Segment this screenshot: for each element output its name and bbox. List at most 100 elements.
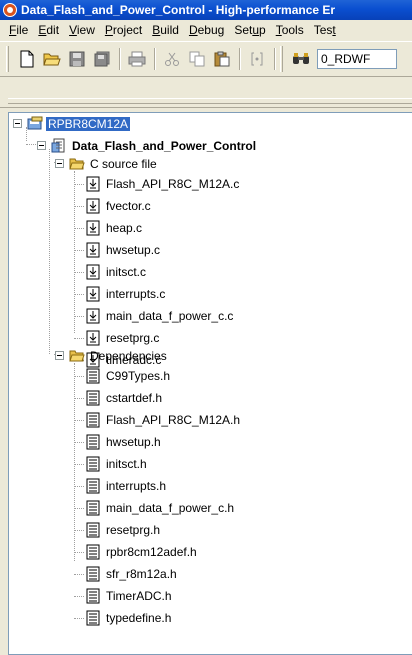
menu-view[interactable]: View — [64, 23, 100, 37]
file-label: Flash_API_R8C_M12A.h — [106, 413, 241, 427]
menu-debug[interactable]: Debug — [184, 23, 229, 37]
clipboard-icon — [214, 51, 230, 67]
header-file-icon — [86, 566, 100, 582]
file-label: rpbr8cm12adef.h — [106, 545, 197, 559]
collapse-toggle[interactable] — [37, 141, 46, 150]
file-label: fvector.c — [106, 199, 151, 213]
collapse-toggle[interactable] — [55, 351, 64, 360]
file-label: hwsetup.c — [106, 243, 161, 257]
tree-node-project[interactable]: Data_Flash_and_Power_Control — [37, 137, 258, 155]
file-label: main_data_f_power_c.c — [106, 309, 234, 323]
file-label: cstartdef.h — [106, 391, 163, 405]
menu-bar: File Edit View Project Build Debug Setup… — [0, 20, 412, 40]
tree-node-file[interactable]: heap.c — [85, 219, 144, 237]
tree-node-file[interactable]: hwsetup.c — [85, 241, 162, 259]
tree-connector — [74, 272, 84, 273]
source-file-icon — [86, 308, 100, 324]
tree-node-dependencies-folder[interactable]: Dependencies — [55, 347, 169, 365]
project-icon — [51, 138, 65, 153]
tree-node-file[interactable]: cstartdef.h — [85, 389, 164, 407]
source-file-icon — [86, 176, 100, 192]
tree-node-file[interactable]: TimerADC.h — [85, 587, 174, 605]
toolbar-grip[interactable] — [280, 46, 283, 72]
collapse-toggle[interactable] — [55, 159, 64, 168]
tree-node-file[interactable]: hwsetup.h — [85, 433, 163, 451]
save-all-icon — [94, 51, 110, 67]
tree-node-file[interactable]: Flash_API_R8C_M12A.h — [85, 411, 242, 429]
tree-connector — [49, 149, 50, 354]
collapse-toggle[interactable] — [13, 119, 22, 128]
tree-connector — [74, 398, 84, 399]
toolbar: 0_RDWF — [0, 41, 412, 77]
tree-node-file[interactable]: rpbr8cm12adef.h — [85, 543, 199, 561]
tree-node-file[interactable]: C99Types.h — [85, 367, 172, 385]
cut-button[interactable] — [160, 47, 184, 71]
header-file-icon — [86, 434, 100, 450]
print-button[interactable] — [125, 47, 149, 71]
bracket-button[interactable] — [245, 47, 269, 71]
tree-node-file[interactable]: interrupts.c — [85, 285, 167, 303]
new-file-button[interactable] — [15, 47, 39, 71]
file-label: resetprg.h — [106, 523, 161, 537]
workspace-header-bar — [8, 98, 412, 104]
source-file-icon — [86, 198, 100, 214]
tree-connector — [74, 486, 84, 487]
tree-connector — [74, 316, 84, 317]
binoculars-icon — [293, 53, 309, 64]
menu-tools[interactable]: Tools — [271, 23, 309, 37]
tree-connector — [74, 530, 84, 531]
file-label: sfr_r8m12a.h — [106, 567, 177, 581]
tree-connector — [74, 596, 84, 597]
save-all-button[interactable] — [90, 47, 114, 71]
tree-node-file[interactable]: sfr_r8m12a.h — [85, 565, 179, 583]
tree-node-file[interactable]: initsct.h — [85, 455, 149, 473]
title-bar: Data_Flash_and_Power_Control - High-perf… — [0, 0, 412, 20]
tree-node-file[interactable]: interrupts.h — [85, 477, 168, 495]
paste-button[interactable] — [210, 47, 234, 71]
project-label: Data_Flash_and_Power_Control — [72, 139, 257, 153]
tree-node-file[interactable]: resetprg.h — [85, 521, 162, 539]
tree-node-file[interactable]: main_data_f_power_c.h — [85, 499, 236, 517]
tree-node-file[interactable]: Flash_API_R8C_M12A.c — [85, 175, 241, 193]
tree-node-file[interactable]: resetprg.c — [85, 329, 161, 347]
open-folder-icon — [43, 53, 61, 66]
tree-node-workspace[interactable]: RPBR8CM12A — [13, 115, 131, 133]
file-label: Flash_API_R8C_M12A.c — [106, 177, 240, 191]
tree-connector — [74, 376, 84, 377]
menu-file[interactable]: File — [4, 23, 33, 37]
workspace-label: RPBR8CM12A — [46, 117, 131, 131]
tree-node-file[interactable]: typedefine.h — [85, 609, 173, 627]
menu-test[interactable]: Test — [309, 23, 341, 37]
tree-connector — [74, 228, 84, 229]
menu-setup[interactable]: Setup — [229, 23, 270, 37]
braces-icon — [251, 52, 263, 66]
source-file-icon — [86, 264, 100, 280]
tree-connector — [74, 464, 84, 465]
copy-button[interactable] — [185, 47, 209, 71]
tree-connector — [74, 363, 75, 561]
tree-node-file[interactable]: initsct.c — [85, 263, 148, 281]
menu-build[interactable]: Build — [147, 23, 184, 37]
build-config-select[interactable]: 0_RDWF — [317, 49, 397, 69]
workspace-tree[interactable]: RPBR8CM12A Data_Flash_and_Power_Control … — [8, 112, 412, 655]
file-label: C99Types.h — [106, 369, 171, 383]
menu-edit[interactable]: Edit — [33, 23, 64, 37]
scissors-icon — [165, 52, 179, 66]
file-label: TimerADC.h — [106, 589, 172, 603]
menu-project[interactable]: Project — [100, 23, 147, 37]
tree-connector — [74, 206, 84, 207]
tree-node-file[interactable]: main_data_f_power_c.c — [85, 307, 235, 325]
workspace-header-strip — [0, 78, 412, 108]
save-button[interactable] — [65, 47, 89, 71]
tree-node-file[interactable]: fvector.c — [85, 197, 153, 215]
toolbar-grip[interactable] — [6, 46, 9, 72]
open-button[interactable] — [40, 47, 64, 71]
build-config-icon-button[interactable] — [289, 47, 313, 71]
toolbar-separator — [154, 48, 156, 70]
c-source-folder-label: C source file — [90, 157, 157, 171]
tree-connector — [74, 294, 84, 295]
header-file-icon — [86, 544, 100, 560]
source-file-icon — [86, 220, 100, 236]
tree-node-c-source-folder[interactable]: C source file — [55, 155, 159, 173]
tree-connector — [74, 552, 84, 553]
